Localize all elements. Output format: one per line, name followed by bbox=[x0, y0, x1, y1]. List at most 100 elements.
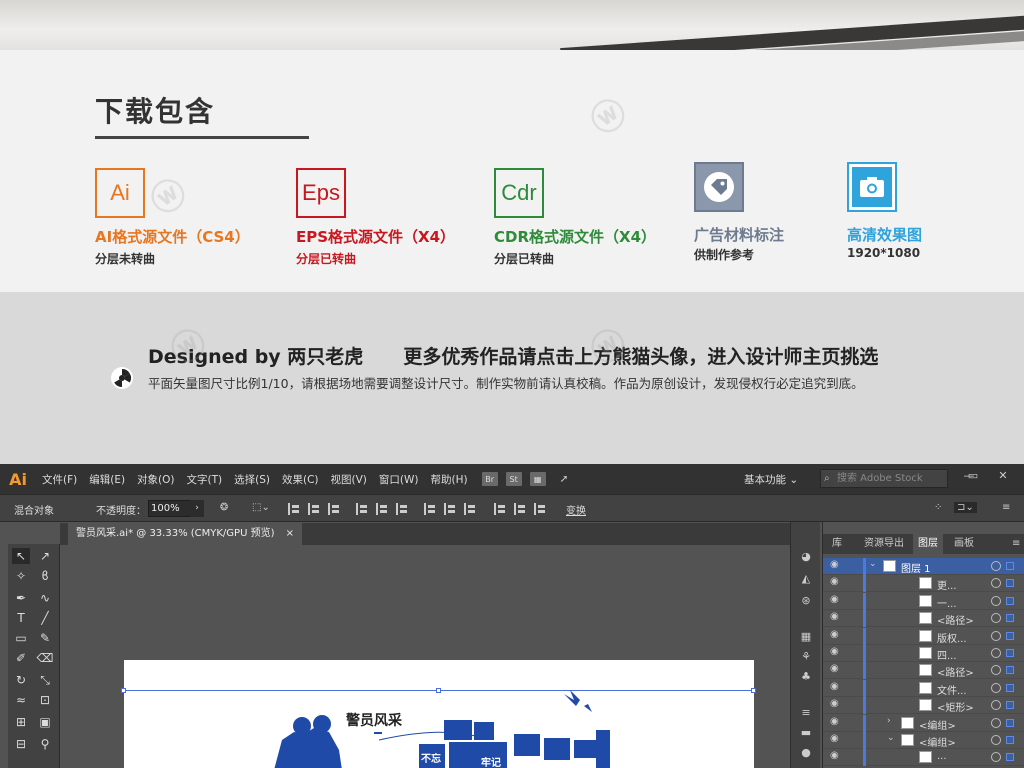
tab-asset-export[interactable]: 资源导出 bbox=[859, 534, 909, 554]
menu-select[interactable]: 选择(S) bbox=[234, 472, 270, 487]
layer-row[interactable]: ◉ <路径> bbox=[823, 662, 1024, 680]
opacity-dropdown-arrow[interactable]: › bbox=[190, 500, 204, 517]
align-hcenter-icon[interactable] bbox=[308, 503, 320, 515]
target-circle-icon[interactable] bbox=[991, 578, 1001, 589]
visibility-eye-icon[interactable]: ◉ bbox=[830, 594, 839, 605]
gradient-icon[interactable]: ▬ bbox=[798, 726, 814, 740]
selection-square-icon[interactable] bbox=[1006, 736, 1014, 744]
artboard[interactable]: 警员风采 不忘 牢记 bbox=[121, 660, 756, 768]
align-left-icon[interactable] bbox=[288, 503, 300, 515]
visibility-eye-icon[interactable]: ◉ bbox=[830, 646, 839, 657]
free-transform-tool-icon[interactable]: ⊡ bbox=[36, 692, 54, 708]
layer-name[interactable]: <路径> bbox=[937, 664, 974, 679]
target-circle-icon[interactable] bbox=[991, 735, 1001, 745]
rectangle-tool-icon[interactable]: ▭ bbox=[12, 630, 30, 646]
align-vcenter-icon[interactable] bbox=[376, 503, 388, 515]
selection-square-icon[interactable] bbox=[1006, 579, 1014, 588]
visibility-eye-icon[interactable]: ◉ bbox=[830, 611, 839, 622]
shaper-tool-icon[interactable]: ✐ bbox=[12, 650, 30, 666]
warp-tool-icon[interactable]: ≈ bbox=[12, 692, 30, 708]
color-icon[interactable]: ◕ bbox=[798, 550, 814, 564]
layer-name[interactable]: <编组> bbox=[919, 717, 956, 732]
layer-row[interactable]: ◉ 四... bbox=[823, 645, 1024, 662]
distribute-vcenter-icon[interactable] bbox=[444, 503, 456, 515]
visibility-eye-icon[interactable]: ◉ bbox=[830, 681, 839, 692]
menu-file[interactable]: 文件(F) bbox=[42, 472, 77, 487]
selection-square-icon[interactable] bbox=[1006, 666, 1014, 675]
layer-name[interactable]: 版权... bbox=[937, 630, 967, 645]
layer-row[interactable]: ◉ 更... bbox=[823, 575, 1024, 593]
scale-tool-icon[interactable]: ⤡ bbox=[36, 672, 54, 688]
eyedropper-tool-icon[interactable]: ⚲ bbox=[36, 736, 54, 752]
magic-wand-tool-icon[interactable]: ✧ bbox=[12, 568, 30, 584]
curvature-tool-icon[interactable]: ∿ bbox=[36, 590, 54, 606]
target-circle-icon[interactable] bbox=[991, 595, 1001, 606]
close-tab-icon[interactable]: × bbox=[286, 528, 294, 539]
target-circle-icon[interactable] bbox=[991, 613, 1001, 624]
align-right-icon[interactable] bbox=[328, 503, 340, 515]
visibility-eye-icon[interactable]: ◉ bbox=[830, 733, 839, 744]
layer-row[interactable]: ◉ 文件... bbox=[823, 679, 1024, 697]
tab-artboards[interactable]: 画板 bbox=[949, 534, 979, 554]
brushes-icon[interactable]: ⚘ bbox=[798, 650, 814, 664]
distribute-bottom-icon[interactable] bbox=[464, 503, 476, 515]
swatches-icon[interactable]: ▦ bbox=[798, 630, 814, 644]
layer-row[interactable]: ◉ ⌄ <编组> bbox=[823, 732, 1024, 749]
layer-name[interactable]: 四... bbox=[937, 647, 957, 662]
visibility-eye-icon[interactable]: ◉ bbox=[830, 559, 839, 570]
target-circle-icon[interactable] bbox=[991, 630, 1001, 641]
selection-square-icon[interactable] bbox=[1006, 718, 1014, 727]
gradient-tool-icon[interactable]: ▣ bbox=[36, 714, 54, 730]
bridge-icon[interactable]: Br bbox=[481, 472, 498, 486]
layer-name[interactable]: <矩形> bbox=[937, 699, 974, 714]
arrange-icon[interactable]: ⁘ bbox=[934, 502, 942, 513]
layer-row[interactable]: ◉ 一... bbox=[823, 592, 1024, 610]
layer-row[interactable]: ◉... bbox=[823, 749, 1024, 767]
layer-row[interactable]: ◉ ⌄ 图层 1 bbox=[823, 558, 1024, 575]
document-tab[interactable]: 警员风采.ai* @ 33.33% (CMYK/GPU 预览) × bbox=[68, 523, 303, 545]
tab-libraries[interactable]: 库 bbox=[827, 534, 847, 554]
align-to-selection-icon[interactable]: ⬚⌄ bbox=[252, 502, 270, 513]
layer-name[interactable]: 文件... bbox=[937, 682, 967, 697]
paintbrush-tool-icon[interactable]: ✎ bbox=[36, 630, 54, 646]
target-circle-icon[interactable] bbox=[991, 648, 1001, 658]
menu-type[interactable]: 文字(T) bbox=[187, 472, 223, 487]
control-menu-icon[interactable]: ≡ bbox=[1002, 502, 1010, 513]
layer-row[interactable]: ◉ › <编组> bbox=[823, 714, 1024, 732]
selection-square-icon[interactable] bbox=[1006, 631, 1014, 640]
eraser-tool-icon[interactable]: ⌫ bbox=[36, 650, 54, 666]
selection-square-icon[interactable] bbox=[1006, 701, 1014, 710]
collapse-arrow-icon[interactable]: ⌄ bbox=[887, 733, 895, 743]
menu-window[interactable]: 窗口(W) bbox=[379, 472, 419, 487]
zoom-icon[interactable]: ⊛ bbox=[798, 594, 814, 608]
restore-button[interactable]: ▭ bbox=[960, 466, 986, 486]
rotate-tool-icon[interactable]: ↻ bbox=[12, 672, 30, 688]
menu-view[interactable]: 视图(V) bbox=[331, 472, 367, 487]
distribute-top-icon[interactable] bbox=[424, 503, 436, 515]
panel-menu-icon[interactable]: ⊐⌄ bbox=[954, 502, 977, 513]
selection-square-icon[interactable] bbox=[1006, 614, 1014, 623]
target-circle-icon[interactable] bbox=[991, 561, 1001, 571]
tab-layers[interactable]: 图层 bbox=[913, 534, 943, 554]
direct-selection-tool-icon[interactable]: ↗ bbox=[36, 548, 54, 564]
selection-square-icon[interactable] bbox=[1006, 649, 1014, 657]
stock-icon[interactable]: St bbox=[505, 472, 522, 486]
layer-name[interactable]: 图层 1 bbox=[901, 560, 931, 575]
pen-tool-icon[interactable]: ✒ bbox=[12, 590, 30, 606]
menu-object[interactable]: 对象(O) bbox=[137, 472, 174, 487]
collapse-arrow-icon[interactable]: ⌄ bbox=[869, 559, 877, 569]
selection-square-icon[interactable] bbox=[1006, 562, 1014, 570]
align-top-icon[interactable] bbox=[356, 503, 368, 515]
arrange-docs-icon[interactable]: ▦ bbox=[529, 472, 546, 486]
target-circle-icon[interactable] bbox=[991, 682, 1001, 693]
layer-row[interactable]: ◉ <路径> bbox=[823, 610, 1024, 628]
distribute-hcenter-icon[interactable] bbox=[514, 503, 526, 515]
menu-help[interactable]: 帮助(H) bbox=[431, 472, 468, 487]
target-circle-icon[interactable] bbox=[991, 700, 1001, 711]
symbols-icon[interactable]: ♣ bbox=[798, 670, 814, 684]
stroke-icon[interactable]: ≡ bbox=[798, 706, 814, 720]
layer-name[interactable]: 一... bbox=[937, 595, 957, 610]
layer-name[interactable]: <编组> bbox=[919, 734, 956, 749]
panel-menu-icon[interactable]: ≡ bbox=[1007, 534, 1024, 554]
menu-edit[interactable]: 编辑(E) bbox=[89, 472, 125, 487]
